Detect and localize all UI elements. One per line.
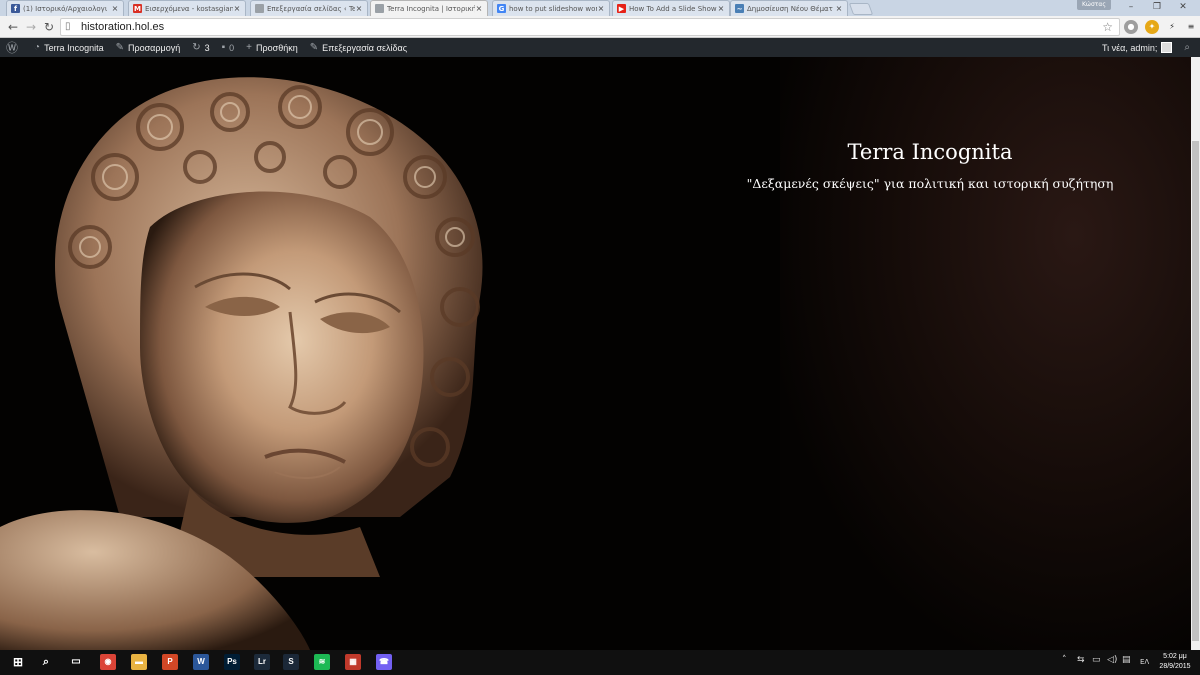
browser-tab[interactable]: Ghow to put slideshow wor ×: [492, 0, 610, 16]
browser-tab[interactable]: Επεξεργασία σελίδας ‹ Ter ×: [250, 0, 368, 16]
customize-link[interactable]: ✎ Προσαρμογή: [110, 38, 187, 57]
brush-icon: ✎: [115, 42, 124, 53]
forward-icon[interactable]: →: [23, 19, 39, 35]
gmail-icon: M: [133, 4, 142, 13]
tab-title: (1) Ιστορικό/Αρχαιολογι: [23, 4, 108, 13]
tab-close-icon[interactable]: ×: [355, 4, 363, 13]
page-icon: ▯: [65, 21, 71, 32]
task-view-icon[interactable]: ▭: [68, 654, 84, 670]
battery-icon[interactable]: ▭: [1092, 655, 1101, 665]
scrollbar-thumb[interactable]: [1192, 141, 1199, 641]
lightning-icon[interactable]: ⚡: [1165, 20, 1179, 34]
pencil-icon: ✎: [309, 42, 319, 53]
hero-banner: Terra Incognita "Δεξαμενές σκέψεις" για …: [0, 57, 1200, 650]
browser-tab[interactable]: ~ Δημοσίευση Νέου Θέματ ×: [730, 0, 848, 16]
browser-toolbar: ← → ↻ ▯ historation.hol.es ☆ ● ✦ ⚡ ≡: [0, 16, 1200, 38]
edit-page-link[interactable]: ✎ Επεξεργασία σελίδας: [304, 38, 413, 57]
photoshop-icon[interactable]: Ps: [224, 654, 240, 670]
chevron-up-icon[interactable]: ˄: [1062, 655, 1067, 665]
bookmark-star-icon[interactable]: ☆: [1102, 19, 1113, 35]
page-scrollbar[interactable]: [1191, 57, 1200, 650]
lightroom-icon[interactable]: Lr: [254, 654, 270, 670]
comments-link[interactable]: ▪ 0: [216, 38, 241, 57]
site-name-link[interactable]: ◔ Terra Incognita: [28, 38, 110, 57]
tab-close-icon[interactable]: ×: [475, 4, 483, 13]
windows-taskbar: ⊞ ⌕ ▭ ◉ ▬ P W Ps Lr S ≋ ▦ ☎ ˄ ⇆ ▭ ◁) ▤ ΕΛ 5:02 μμ…: [0, 650, 1200, 675]
tab-close-icon[interactable]: ×: [233, 4, 241, 13]
browser-tab[interactable]: Terra Incognita | Ιστορική ×: [370, 0, 488, 16]
search-icon[interactable]: ⌕: [38, 654, 54, 670]
tab-close-icon[interactable]: ×: [717, 4, 725, 13]
add-new-link[interactable]: + Προσθήκη: [240, 38, 304, 57]
tab-title: how to put slideshow wor: [509, 4, 597, 13]
new-tab-button[interactable]: [848, 3, 874, 15]
browser-tab[interactable]: M Εισερχόμενα - kostasgian ×: [128, 0, 246, 16]
page-icon: [375, 4, 384, 13]
tab-close-icon[interactable]: ×: [597, 4, 605, 13]
extension-icon[interactable]: ✦: [1145, 20, 1159, 34]
page-icon: [255, 4, 264, 13]
tab-close-icon[interactable]: ×: [835, 4, 843, 13]
tab-title: Εισερχόμενα - kostasgian: [145, 4, 233, 13]
profile-button[interactable]: Κώστας: [1077, 0, 1111, 10]
volume-icon[interactable]: ◁): [1107, 655, 1117, 665]
avatar: [1161, 42, 1173, 53]
paint-icon[interactable]: ▦: [345, 654, 361, 670]
close-window-icon[interactable]: ✕: [1170, 0, 1196, 14]
extension-icon[interactable]: ●: [1124, 20, 1138, 34]
tab-strip: f (1) Ιστορικό/Αρχαιολογι × M Εισερχόμενα - …: [0, 0, 1200, 16]
updates-link[interactable]: ↻ 3: [186, 38, 215, 57]
tab-title: Επεξεργασία σελίδας ‹ Ter: [267, 4, 355, 13]
updates-icon: ↻: [192, 42, 201, 53]
steam-icon[interactable]: S: [283, 654, 299, 670]
youtube-icon: ▶: [617, 4, 626, 13]
site-tagline: "Δεξαμενές σκέψεις" για πολιτική και ιστ…: [746, 176, 1114, 191]
tab-title: Δημοσίευση Νέου Θέματ: [747, 4, 833, 13]
tab-close-icon[interactable]: ×: [111, 4, 119, 13]
plus-icon: +: [246, 42, 253, 53]
address-bar[interactable]: ▯ historation.hol.es ☆: [60, 18, 1120, 36]
viber-icon[interactable]: ☎: [376, 654, 392, 670]
reload-icon[interactable]: ↻: [41, 19, 57, 35]
menu-icon[interactable]: ≡: [1184, 20, 1198, 34]
chrome-icon[interactable]: ◉: [100, 654, 116, 670]
url-text: historation.hol.es: [81, 21, 165, 33]
maximize-icon[interactable]: ❐: [1144, 0, 1170, 14]
system-clock[interactable]: 5:02 μμ 28/9/2015: [1154, 652, 1196, 672]
search-icon[interactable]: ⌕: [1178, 38, 1200, 57]
network-icon[interactable]: ⇆: [1077, 655, 1085, 665]
browser-tab[interactable]: ▶ How To Add a Slide Show ×: [612, 0, 730, 16]
wordpress-logo-icon[interactable]: Ⓦ: [0, 38, 28, 57]
language-indicator[interactable]: ΕΛ: [1140, 658, 1149, 666]
site-title[interactable]: Terra Incognita: [740, 140, 1120, 164]
comment-icon: ▪: [221, 42, 226, 53]
notifications-icon[interactable]: ▤: [1122, 655, 1131, 665]
tab-title: Terra Incognita | Ιστορική: [387, 4, 475, 13]
dashboard-icon: ◔: [34, 42, 41, 53]
powerpoint-icon[interactable]: P: [162, 654, 178, 670]
clock-time: 5:02 μμ: [1163, 653, 1187, 660]
word-icon[interactable]: W: [193, 654, 209, 670]
wp-admin-bar: Ⓦ ◔ Terra Incognita ✎ Προσαρμογή ↻ 3 ▪ 0…: [0, 38, 1200, 57]
spotify-icon[interactable]: ≋: [314, 654, 330, 670]
forum-icon: ~: [735, 4, 744, 13]
browser-tab[interactable]: f (1) Ιστορικό/Αρχαιολογι ×: [6, 0, 124, 16]
statue-image: [0, 77, 483, 650]
file-explorer-icon[interactable]: ▬: [131, 654, 147, 670]
clock-date: 28/9/2015: [1159, 663, 1191, 670]
google-icon: G: [497, 4, 506, 13]
back-icon[interactable]: ←: [5, 19, 21, 35]
windows-start-icon[interactable]: ⊞: [10, 654, 26, 670]
facebook-icon: f: [11, 4, 20, 13]
my-account-link[interactable]: Τι νέα, admin;: [1096, 38, 1178, 57]
tab-title: How To Add a Slide Show: [629, 4, 717, 13]
minimize-icon[interactable]: –: [1118, 0, 1144, 14]
